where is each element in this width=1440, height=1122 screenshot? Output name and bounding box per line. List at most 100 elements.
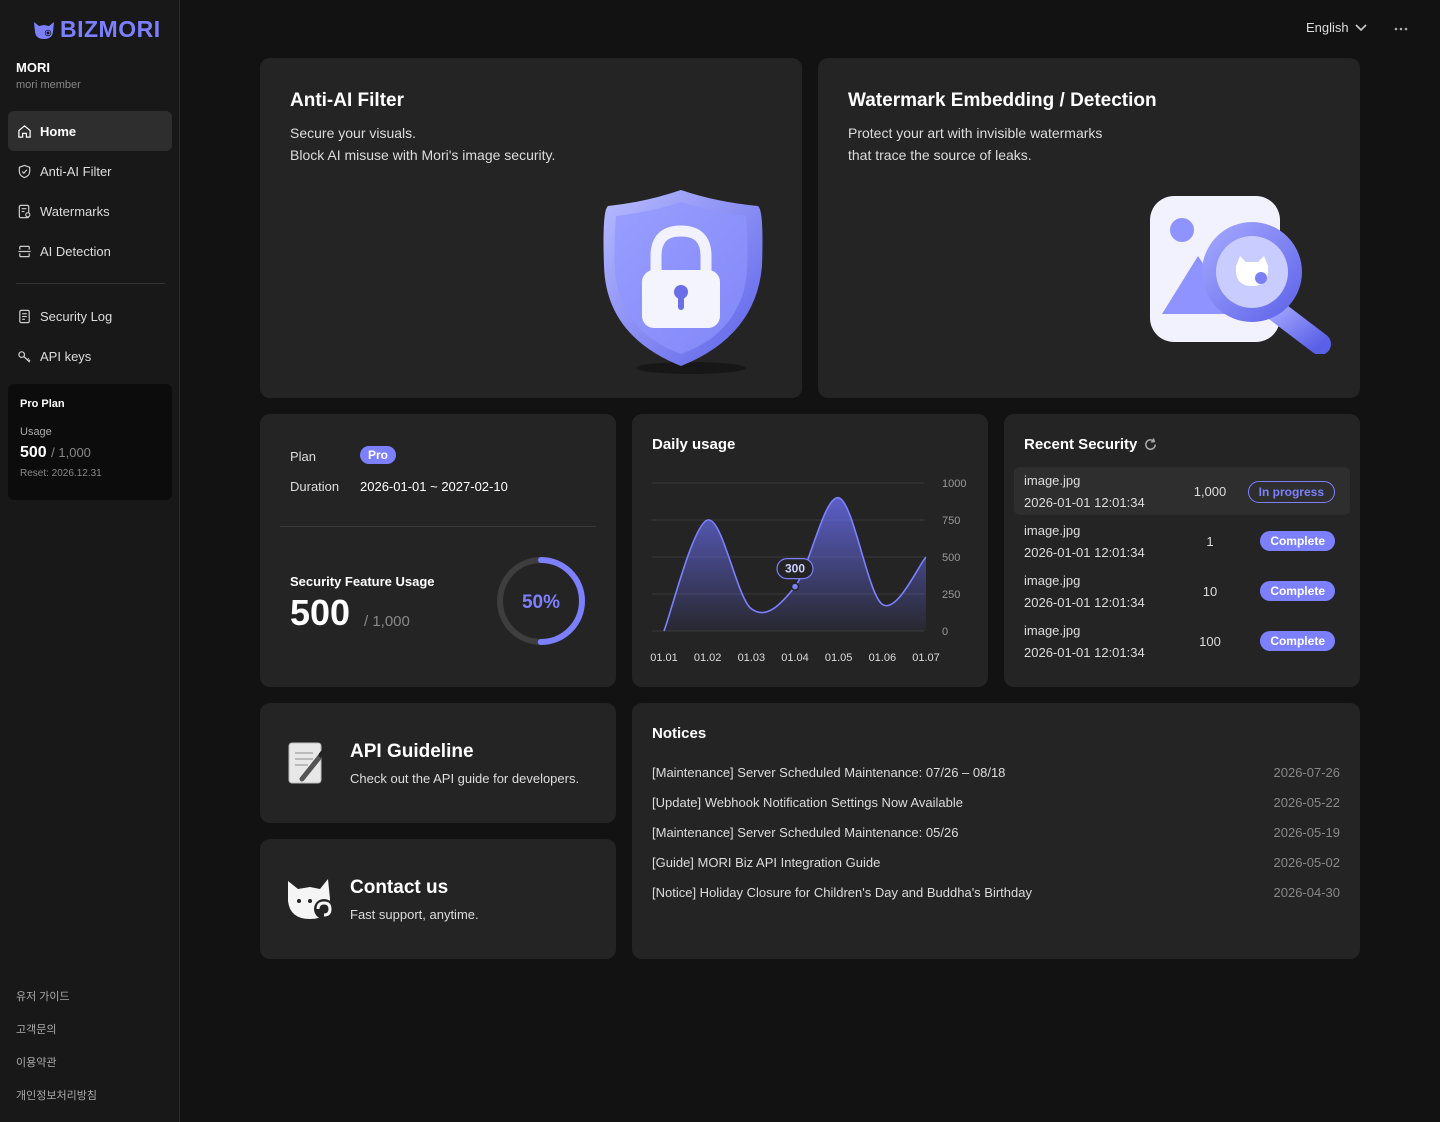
x-tick-label: 01.07 (912, 652, 940, 664)
more-icon (1394, 27, 1408, 31)
y-tick-label: 250 (942, 589, 960, 601)
footer-link-privacy[interactable]: 개인정보처리방침 (16, 1087, 97, 1120)
notice-title[interactable]: [Maintenance] Server Scheduled Maintenan… (652, 825, 958, 840)
notice-date: 2026-07-26 (1273, 765, 1341, 780)
nav-item-ai-detection[interactable]: AI Detection (8, 231, 172, 271)
status-badge: Complete (1260, 631, 1335, 651)
nav-item-anti-ai-filter[interactable]: Anti-AI Filter (8, 151, 172, 191)
log-icon (19, 309, 30, 323)
more-menu-button[interactable] (1394, 18, 1408, 36)
plan-card: Plan Pro Duration 2026-01-01 ~ 2027-02-1… (260, 414, 616, 687)
duration-label: Duration (290, 479, 340, 494)
nav-item-security-log[interactable]: Security Log (8, 296, 172, 336)
list-item[interactable]: [Update] Webhook Notification Settings N… (652, 787, 1340, 817)
nav-label: API keys (40, 348, 92, 364)
x-tick-label: 01.06 (869, 652, 897, 664)
timestamp: 2026-01-01 12:01:34 (1024, 595, 1145, 610)
usage-label: Usage (20, 426, 52, 438)
card-title: API Guideline (350, 741, 474, 762)
x-tick-label: 01.05 (825, 652, 853, 664)
refresh-icon[interactable] (1143, 437, 1158, 452)
nav-label: Watermarks (40, 203, 110, 219)
daily-usage-card: Daily usage 1000 750 500 250 0 01.01 01.02 01.0… (632, 414, 988, 687)
document-pen-icon (288, 742, 329, 784)
plan-title: Pro Plan (20, 398, 65, 410)
footer-link-terms[interactable]: 이용약관 (16, 1054, 97, 1087)
nav-label: Security Log (40, 308, 113, 324)
status-badge: In progress (1247, 481, 1335, 503)
list-item[interactable]: [Maintenance] Server Scheduled Maintenan… (652, 757, 1340, 787)
key-icon (18, 350, 31, 363)
footer-links: 유저 가이드 고객문의 이용약관 개인정보처리방침 (16, 988, 97, 1120)
x-tick-label: 01.03 (738, 652, 766, 664)
table-row[interactable]: image.jpg 2026-01-01 12:01:34 1 Complete (1014, 517, 1350, 565)
count: 100 (1199, 634, 1221, 649)
watermark-card[interactable]: Watermark Embedding / Detection Protect … (818, 58, 1360, 398)
notice-title[interactable]: [Notice] Holiday Closure for Children's … (652, 885, 1032, 900)
secondary-nav: Security Log API keys (8, 296, 172, 376)
nav-label: Anti-AI Filter (40, 163, 112, 179)
usage-max: / 1,000 (51, 445, 91, 460)
notice-date: 2026-05-22 (1273, 795, 1341, 810)
user-info: MORI mori member (16, 60, 81, 91)
list-item[interactable]: [Notice] Holiday Closure for Children's … (652, 877, 1340, 907)
shield-icon (18, 164, 31, 178)
card-title: Notices (652, 725, 707, 742)
language-label: English (1306, 20, 1349, 35)
count: 10 (1202, 584, 1218, 599)
notice-title[interactable]: [Update] Webhook Notification Settings N… (652, 795, 963, 810)
card-description: Check out the API guide for developers. (350, 771, 580, 786)
language-selector[interactable]: English (1306, 20, 1367, 35)
footer-link-support[interactable]: 고객문의 (16, 1021, 97, 1054)
notice-title[interactable]: [Guide] MORI Biz API Integration Guide (652, 855, 880, 870)
plan-label: Plan (290, 449, 317, 464)
image-magnifier-illustration-icon (1150, 196, 1331, 354)
nav-label: Home (40, 123, 77, 139)
table-row[interactable]: image.jpg 2026-01-01 12:01:34 1,000 In prog… (1014, 467, 1350, 515)
card-title: Watermark Embedding / Detection (848, 90, 1157, 111)
main-nav: Home Anti-AI Filter Watermarks AI Detect… (8, 111, 172, 271)
list-item[interactable]: [Maintenance] Server Scheduled Maintenan… (652, 817, 1340, 847)
recent-security-title: Recent Security (1024, 436, 1138, 453)
nav-label: AI Detection (40, 243, 111, 259)
duration-value: 2026-01-01 ~ 2027-02-10 (360, 479, 508, 494)
status-badge: Complete (1260, 581, 1335, 601)
sidebar: BIZMORI MORI mori member Home Anti-AI Fi… (0, 0, 180, 1122)
nav-item-watermarks[interactable]: Watermarks (8, 191, 172, 231)
brand-name: BIZMORI (60, 16, 161, 42)
recent-security-card: Recent Security image.jpg 2026-01-01 12:0… (1004, 414, 1360, 687)
file-name: image.jpg (1024, 523, 1081, 538)
contact-card[interactable]: Contact us Fast support, anytime. (260, 839, 616, 959)
timestamp: 2026-01-01 12:01:34 (1024, 545, 1145, 560)
list-item[interactable]: [Guide] MORI Biz API Integration Guide 20… (652, 847, 1340, 877)
nav-divider (16, 283, 165, 284)
api-guideline-card[interactable]: API Guideline Check out the API guide fo… (260, 703, 616, 823)
plan-usage-box: Pro Plan Usage 500 / 1,000 Reset: 2026.1… (8, 384, 172, 500)
usage-value: 500 / 1,000 (20, 444, 91, 461)
table-row[interactable]: image.jpg 2026-01-01 12:01:34 10 Complete (1014, 567, 1350, 615)
x-tick-label: 01.01 (650, 652, 678, 664)
timestamp: 2026-01-01 12:01:34 (1024, 495, 1145, 510)
anti-ai-filter-card[interactable]: Anti-AI Filter Secure your visuals. Bloc… (260, 58, 802, 398)
nav-item-api-keys[interactable]: API keys (8, 336, 172, 376)
file-name: image.jpg (1024, 473, 1081, 488)
plan-badge: Pro (360, 446, 397, 464)
plan-divider (280, 526, 596, 527)
table-row[interactable]: image.jpg 2026-01-01 12:01:34 100 Complete (1014, 617, 1350, 665)
cat-support-icon (288, 879, 334, 919)
user-role: mori member (16, 79, 81, 91)
notice-title[interactable]: [Maintenance] Server Scheduled Maintenan… (652, 765, 1005, 780)
logo[interactable]: BIZMORI (32, 16, 161, 43)
card-description: Fast support, anytime. (350, 907, 479, 922)
card-description: Protect your art with invisible watermar… (848, 125, 1103, 163)
home-icon (18, 124, 31, 138)
file-name: image.jpg (1024, 573, 1081, 588)
footer-link-user-guide[interactable]: 유저 가이드 (16, 988, 97, 1021)
y-tick-label: 0 (942, 626, 948, 638)
count: 1 (1206, 534, 1214, 549)
count: 1,000 (1193, 484, 1227, 499)
nav-item-home[interactable]: Home (8, 111, 172, 151)
watermark-icon (18, 204, 31, 218)
usage-percent: 50% (522, 592, 560, 613)
y-tick-label: 750 (942, 515, 960, 527)
